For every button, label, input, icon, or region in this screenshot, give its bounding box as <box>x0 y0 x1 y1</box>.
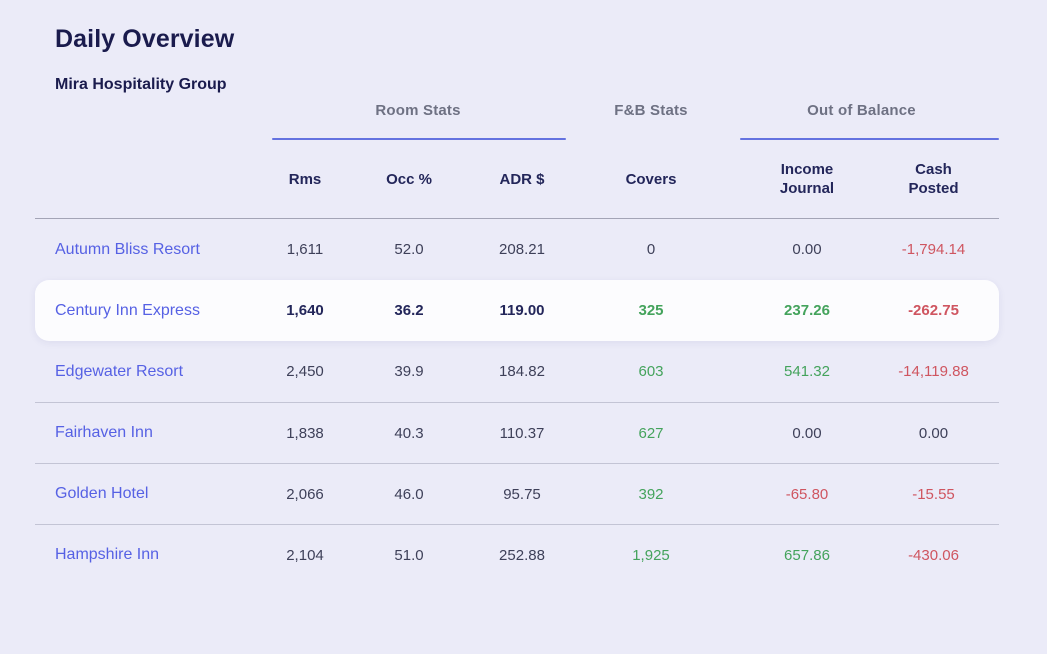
property-link[interactable]: Golden Hotel <box>35 485 258 503</box>
column-header-occ-pct: Occ % <box>352 170 466 190</box>
cell-cash-posted: 0.00 <box>890 425 999 442</box>
group-underline <box>740 138 999 140</box>
cell-adr: 110.37 <box>466 425 578 442</box>
cell-cash-posted: -262.75 <box>890 302 999 319</box>
cell-income-journal: -65.80 <box>724 486 890 503</box>
cell-rms: 1,640 <box>258 302 352 319</box>
cell-income-journal: 541.32 <box>724 363 890 380</box>
table-row[interactable]: Fairhaven Inn1,83840.3110.376270.000.00 <box>35 402 999 463</box>
cell-occ-pct: 36.2 <box>352 302 466 319</box>
cell-covers: 1,925 <box>578 547 724 564</box>
table-row[interactable]: Golden Hotel2,06646.095.75392-65.80-15.5… <box>35 463 999 524</box>
table-row[interactable]: Century Inn Express1,64036.2119.00325237… <box>35 280 999 341</box>
cell-rms: 1,838 <box>258 425 352 442</box>
property-link[interactable]: Autumn Bliss Resort <box>35 241 258 259</box>
cell-covers: 603 <box>578 363 724 380</box>
table-row[interactable]: Hampshire Inn2,10451.0252.881,925657.86-… <box>35 524 999 585</box>
table-body: Autumn Bliss Resort1,61152.0208.2100.00-… <box>35 219 999 585</box>
cell-covers: 627 <box>578 425 724 442</box>
cell-adr: 208.21 <box>466 241 578 258</box>
cell-occ-pct: 40.3 <box>352 425 466 442</box>
group-label: Room Stats <box>375 100 460 119</box>
cell-covers: 392 <box>578 486 724 503</box>
table-row[interactable]: Autumn Bliss Resort1,61152.0208.2100.00-… <box>35 219 999 280</box>
cell-occ-pct: 39.9 <box>352 363 466 380</box>
cell-covers: 0 <box>578 241 724 258</box>
table-row[interactable]: Edgewater Resort2,45039.9184.82603541.32… <box>35 341 999 402</box>
cell-cash-posted: -15.55 <box>890 486 999 503</box>
cell-income-journal: 0.00 <box>724 425 890 442</box>
property-link[interactable]: Edgewater Resort <box>35 363 258 381</box>
property-link[interactable]: Hampshire Inn <box>35 546 258 564</box>
column-header-covers: Covers <box>578 170 724 190</box>
daily-overview-screen: Daily Overview Mira Hospitality Group Ro… <box>0 0 1047 654</box>
org-name: Mira Hospitality Group <box>55 76 1047 94</box>
overview-table: Room Stats F&B Stats Out of Balance Rms … <box>35 100 999 585</box>
column-header-row: Rms Occ % ADR $ Covers Income Journal Ca… <box>35 140 999 219</box>
cell-covers: 325 <box>578 302 724 319</box>
cell-rms: 2,450 <box>258 363 352 380</box>
cell-income-journal: 657.86 <box>724 547 890 564</box>
group-header-room-stats: Room Stats <box>258 100 578 140</box>
page-title: Daily Overview <box>55 26 1047 52</box>
group-label: F&B Stats <box>614 100 687 119</box>
group-underline <box>272 138 566 140</box>
cell-adr: 119.00 <box>466 302 578 319</box>
group-header-fb-stats: F&B Stats <box>578 100 724 140</box>
cell-cash-posted: -14,119.88 <box>890 363 999 380</box>
cell-income-journal: 237.26 <box>724 302 890 319</box>
group-header-row: Room Stats F&B Stats Out of Balance <box>35 100 999 140</box>
group-header-out-of-balance: Out of Balance <box>724 100 999 140</box>
cell-cash-posted: -430.06 <box>890 547 999 564</box>
column-header-rms: Rms <box>258 170 352 190</box>
cell-rms: 1,611 <box>258 241 352 258</box>
cell-income-journal: 0.00 <box>724 241 890 258</box>
cell-occ-pct: 51.0 <box>352 547 466 564</box>
cell-cash-posted: -1,794.14 <box>890 241 999 258</box>
column-header-cash-posted: Cash Posted <box>890 160 999 199</box>
column-header-adr: ADR $ <box>466 170 578 190</box>
group-label: Out of Balance <box>807 100 916 119</box>
cell-rms: 2,104 <box>258 547 352 564</box>
column-header-income-journal: Income Journal <box>724 160 890 199</box>
cell-rms: 2,066 <box>258 486 352 503</box>
cell-occ-pct: 52.0 <box>352 241 466 258</box>
cell-occ-pct: 46.0 <box>352 486 466 503</box>
cell-adr: 252.88 <box>466 547 578 564</box>
cell-adr: 95.75 <box>466 486 578 503</box>
property-link[interactable]: Century Inn Express <box>35 302 258 320</box>
cell-adr: 184.82 <box>466 363 578 380</box>
property-link[interactable]: Fairhaven Inn <box>35 424 258 442</box>
